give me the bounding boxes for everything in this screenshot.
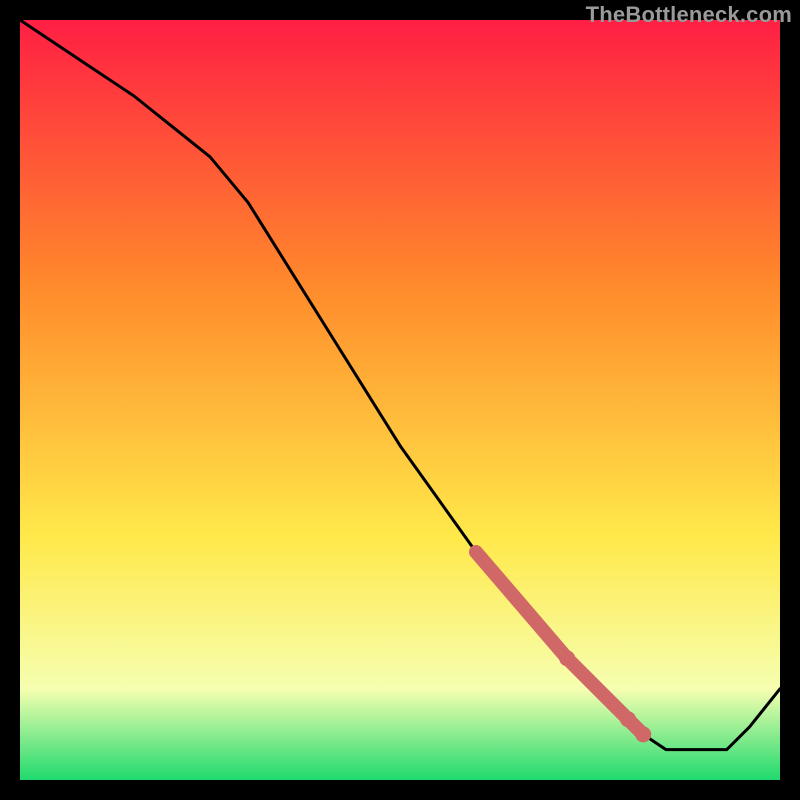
plot-area — [20, 20, 780, 780]
chart-container: TheBottleneck.com — [0, 0, 800, 800]
watermark-text: TheBottleneck.com — [586, 2, 792, 28]
gradient-background — [20, 20, 780, 780]
highlight-dot — [559, 650, 575, 666]
highlight-dot — [620, 711, 636, 727]
highlight-dot — [635, 726, 651, 742]
chart-svg — [20, 20, 780, 780]
